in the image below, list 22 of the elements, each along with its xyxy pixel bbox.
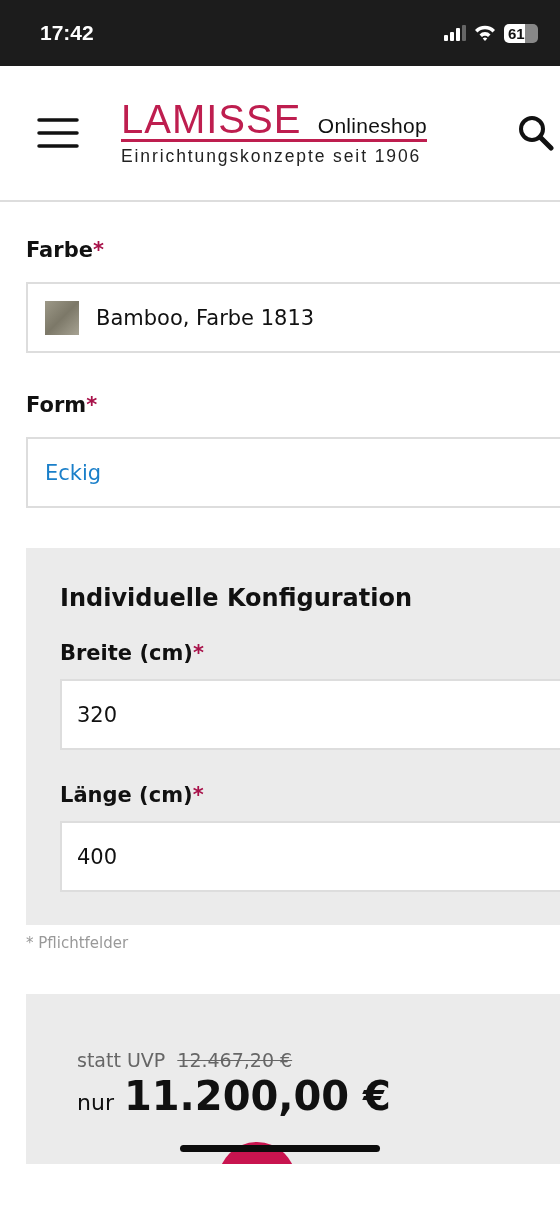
uvp-label: statt UVP <box>77 1049 166 1071</box>
menu-button[interactable] <box>37 117 79 149</box>
shop-logo[interactable]: LAMISSE Onlineshop Einrichtungskonzepte seit 1906 <box>121 99 427 167</box>
signal-icon <box>444 25 466 41</box>
field-label: Form* <box>26 393 99 417</box>
select-field[interactable]: Eckig <box>26 437 560 508</box>
price: 11.200,00 € <box>123 1073 391 1119</box>
wifi-icon <box>474 25 496 41</box>
field-label: Länge (cm)* <box>60 783 205 807</box>
old-price: 12.467,20 € <box>177 1049 293 1071</box>
price-prefix: nur <box>77 1090 114 1115</box>
input-field[interactable]: 320 <box>60 679 560 750</box>
field-label: Breite (cm)* <box>60 641 205 665</box>
fabric-swatch-icon <box>45 300 79 335</box>
panel-title: Individuelle Konfiguration <box>60 584 414 612</box>
select-field[interactable]: Bamboo, Farbe 1813 <box>26 282 560 353</box>
clock-time: 17:42 <box>40 21 94 45</box>
battery-icon: 61 <box>504 23 538 43</box>
field-label: Farbe* <box>26 238 105 262</box>
search-button[interactable] <box>518 115 554 151</box>
required-note: * Pflichtfelder <box>26 934 130 952</box>
input-field[interactable]: 400 <box>60 821 560 892</box>
